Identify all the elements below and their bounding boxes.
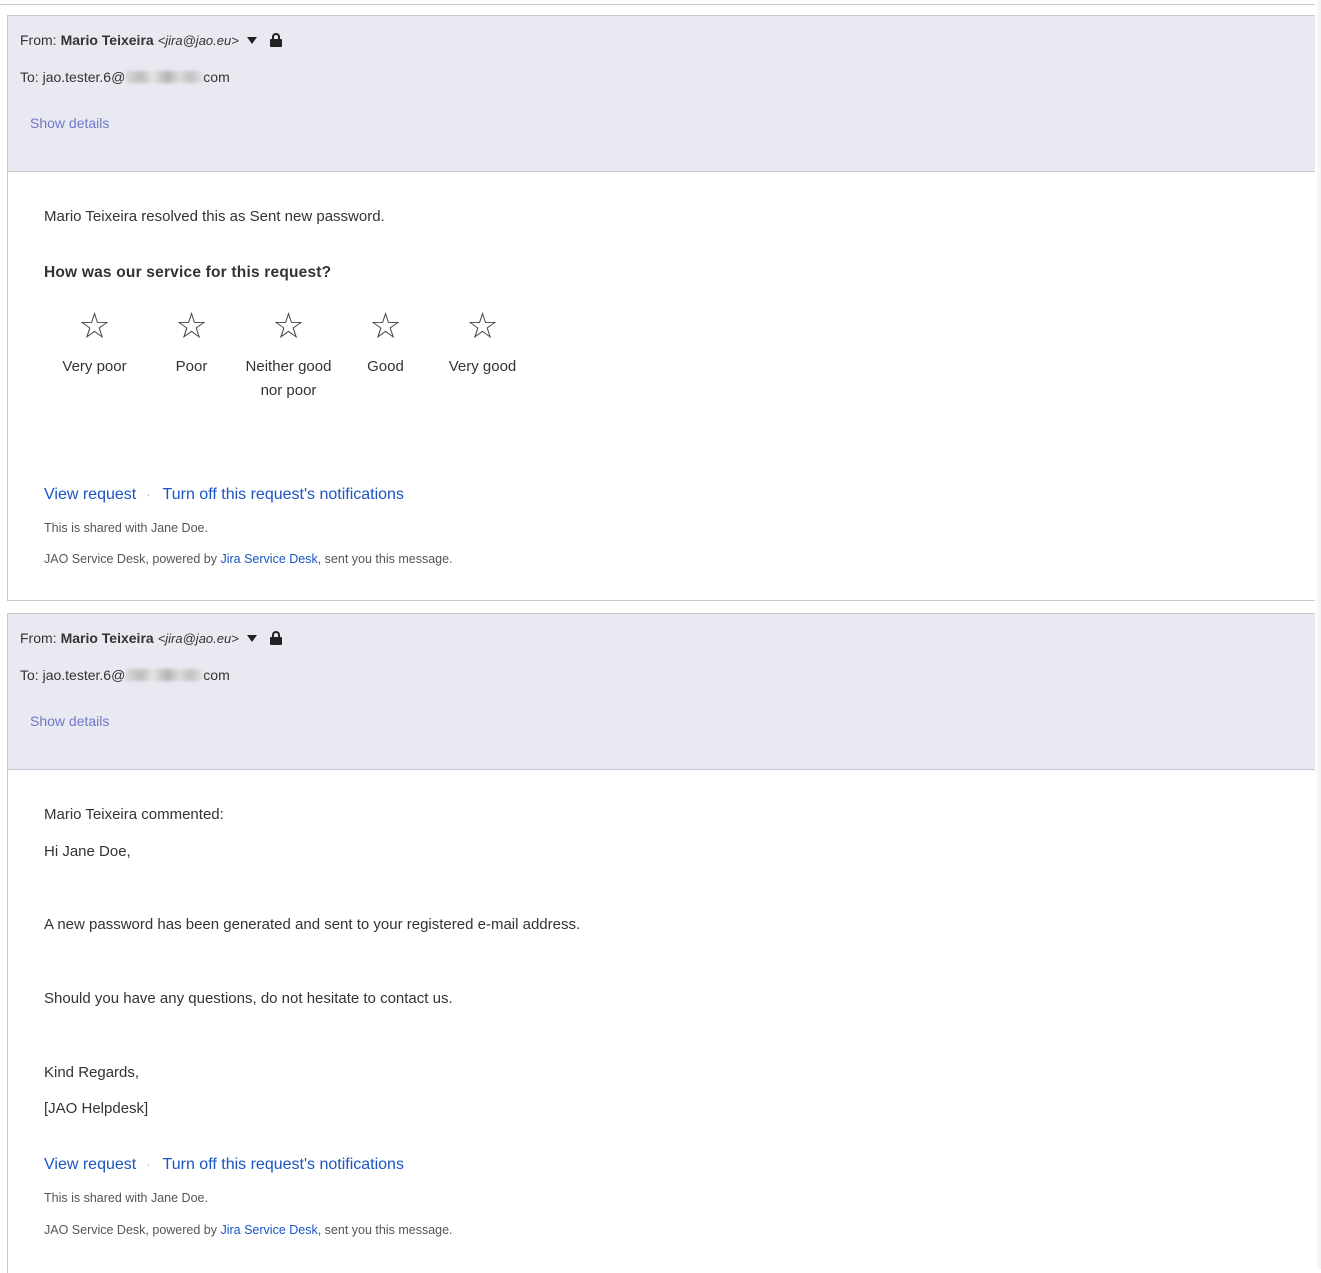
redacted-domain [126, 71, 203, 83]
caret-down-icon[interactable] [246, 36, 257, 44]
from-label: From: [20, 32, 57, 48]
commented-text: Mario Teixeira commented: [44, 806, 224, 823]
rating-label: Very good [448, 358, 517, 375]
recipient-email-prefix[interactable]: jao.tester.6@ [43, 69, 126, 85]
from-line: From: Mario Teixeira <jira@jao.eu> [20, 32, 282, 48]
rating-label: Very poor [62, 358, 127, 375]
powered-by-suffix: , sent you this message. [317, 1223, 453, 1237]
to-line: To: jao.tester.6@ com [20, 69, 230, 85]
view-request-link[interactable]: View request [44, 486, 136, 503]
powered-by-suffix: , sent you this message. [317, 552, 453, 566]
survey-question: How was our service for this request? [44, 264, 332, 281]
powered-by-prefix: JAO Service Desk, powered by [44, 552, 217, 566]
email-header: From: Mario Teixeira <jira@jao.eu> To: j… [8, 614, 1315, 770]
view-request-link[interactable]: View request [44, 1156, 136, 1173]
rating-very-poor[interactable]: ☆ Very poor [46, 307, 143, 403]
rating-options: ☆ Very poor ☆ Poor ☆ Neither good nor po… [44, 307, 531, 403]
rating-label: Good [367, 358, 404, 375]
comment-paragraph-1: A new password has been generated and se… [44, 916, 581, 933]
powered-by-prefix: JAO Service Desk, powered by [44, 1223, 217, 1237]
from-label: From: [20, 630, 57, 646]
greeting-text: Hi Jane Doe, [44, 843, 131, 860]
email-message-1: From: Mario Teixeira <jira@jao.eu> To: j… [7, 15, 1315, 601]
signature-text: [JAO Helpdesk] [44, 1100, 149, 1117]
jira-service-desk-link[interactable]: Jira Service Desk [220, 1223, 317, 1237]
rating-good[interactable]: ☆ Good [337, 307, 434, 403]
star-outline-icon: ☆ [175, 306, 208, 347]
resolution-text: Mario Teixeira resolved this as Sent new… [44, 208, 385, 225]
shared-with-text: This is shared with Jane Doe. [44, 521, 208, 535]
sender-name[interactable]: Mario Teixeira [61, 630, 154, 646]
sender-name[interactable]: Mario Teixeira [61, 32, 154, 48]
recipient-email-prefix[interactable]: jao.tester.6@ [43, 667, 126, 683]
turn-off-notifications-link[interactable]: Turn off this request's notifications [163, 486, 404, 503]
footer-links: View request · Turn off this request's not… [44, 1156, 404, 1174]
rating-very-good[interactable]: ☆ Very good [434, 307, 531, 403]
star-outline-icon: ☆ [272, 306, 305, 347]
redacted-domain [126, 669, 203, 681]
caret-down-icon[interactable] [246, 634, 257, 642]
turn-off-notifications-link[interactable]: Turn off this request's notifications [163, 1156, 404, 1173]
rating-label: Poor [175, 358, 208, 375]
link-separator: · [146, 487, 151, 502]
show-details-link[interactable]: Show details [30, 713, 109, 729]
jira-service-desk-link[interactable]: Jira Service Desk [220, 552, 317, 566]
shared-with-text: This is shared with Jane Doe. [44, 1191, 208, 1205]
powered-by-text: JAO Service Desk, powered by Jira Servic… [44, 552, 453, 566]
rating-label: Neither good nor poor [245, 358, 332, 399]
email-header: From: Mario Teixeira <jira@jao.eu> To: j… [8, 16, 1315, 172]
show-details-link[interactable]: Show details [30, 115, 109, 131]
to-label: To: [20, 667, 39, 683]
recipient-email-suffix[interactable]: com [203, 69, 229, 85]
star-outline-icon: ☆ [466, 306, 499, 347]
recipient-email-suffix[interactable]: com [203, 667, 229, 683]
to-line: To: jao.tester.6@ com [20, 667, 230, 683]
top-divider [0, 4, 1321, 5]
to-label: To: [20, 69, 39, 85]
rating-neutral[interactable]: ☆ Neither good nor poor [240, 307, 337, 403]
email-message-2: From: Mario Teixeira <jira@jao.eu> To: j… [7, 613, 1315, 1273]
star-outline-icon: ☆ [78, 306, 111, 347]
from-line: From: Mario Teixeira <jira@jao.eu> [20, 630, 282, 646]
comment-paragraph-2: Should you have any questions, do not he… [44, 990, 453, 1007]
lock-icon[interactable] [269, 33, 282, 47]
lock-icon[interactable] [269, 631, 282, 645]
link-separator: · [146, 1157, 151, 1172]
rating-poor[interactable]: ☆ Poor [143, 307, 240, 403]
sender-email[interactable]: <jira@jao.eu> [158, 33, 239, 48]
closing-text: Kind Regards, [44, 1064, 140, 1081]
sender-email[interactable]: <jira@jao.eu> [158, 631, 239, 646]
powered-by-text: JAO Service Desk, powered by Jira Servic… [44, 1223, 453, 1237]
star-outline-icon: ☆ [369, 306, 402, 347]
scrollbar-edge [1315, 0, 1321, 1269]
footer-links: View request · Turn off this request's not… [44, 486, 404, 504]
